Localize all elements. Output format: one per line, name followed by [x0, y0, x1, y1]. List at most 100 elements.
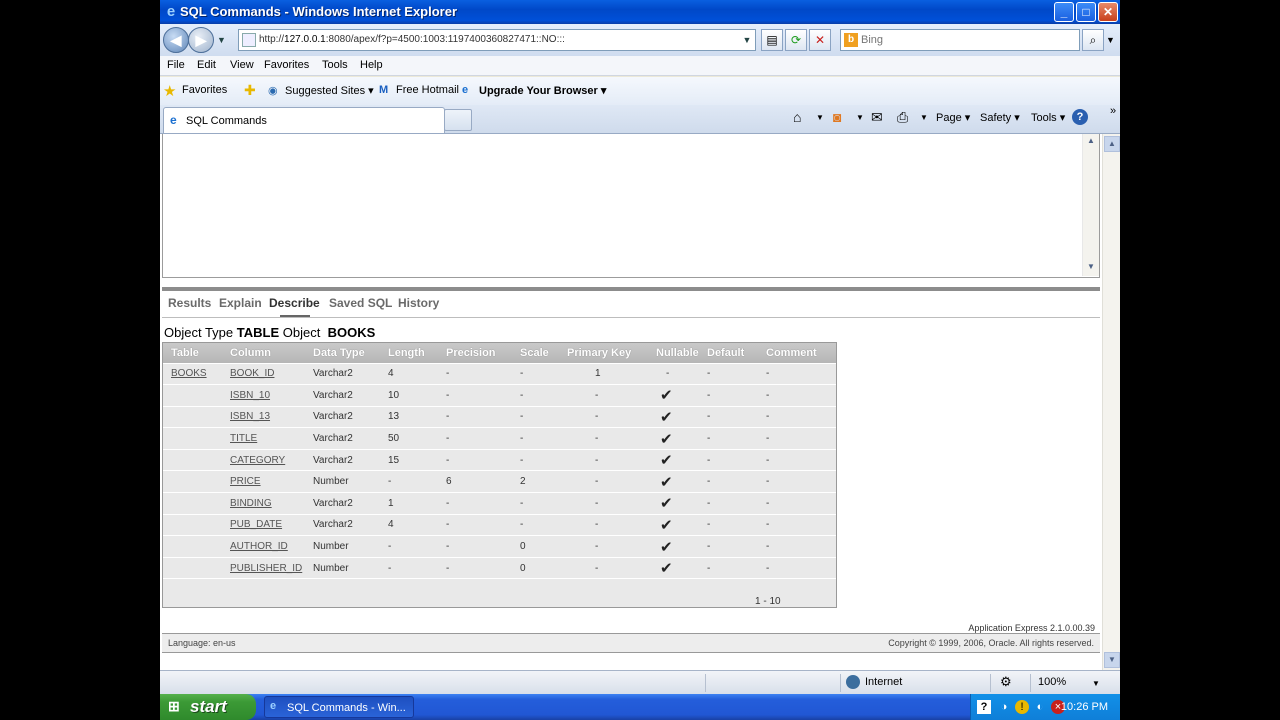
column-link[interactable]: AUTHOR_ID	[230, 541, 288, 552]
close-window-button[interactable]: ✕	[1098, 2, 1118, 22]
history-dropdown-icon[interactable]: ▼	[217, 35, 226, 45]
scroll-up-icon[interactable]: ▲	[1104, 136, 1120, 152]
menu-favorites[interactable]: Favorites	[264, 59, 309, 71]
cell-default: -	[699, 535, 758, 558]
cell-precision: -	[438, 363, 512, 386]
tools-menu[interactable]: Tools ▾	[1031, 111, 1065, 124]
tab-saved-sql[interactable]: Saved SQL	[329, 296, 392, 310]
cell-table	[163, 470, 222, 494]
cell-nullable: ✔	[648, 535, 699, 558]
cell-length: 4	[380, 514, 438, 537]
stop-icon[interactable]: ✕	[809, 29, 831, 51]
menu-edit[interactable]: Edit	[197, 59, 216, 71]
page-menu[interactable]: Page ▾	[936, 111, 970, 124]
column-link[interactable]: TITLE	[230, 433, 257, 444]
home-icon[interactable]: ⌂	[793, 109, 801, 125]
editor-scroll-up-icon[interactable]: ▲	[1083, 136, 1099, 150]
tab-explain[interactable]: Explain	[219, 296, 262, 310]
address-bar[interactable]: http://127.0.0.1:8080/apex/f?p=4500:1003…	[238, 29, 756, 51]
tab-results[interactable]: Results	[168, 296, 211, 310]
address-url[interactable]: http://127.0.0.1:8080/apex/f?p=4500:1003…	[259, 34, 565, 45]
security-zone[interactable]: Internet	[865, 676, 902, 688]
sql-editor[interactable]: ▲ ▼	[162, 134, 1100, 278]
header-comment: Comment	[758, 343, 836, 364]
print-dropdown-icon[interactable]: ▼	[920, 113, 928, 122]
search-box[interactable]: b	[840, 29, 1080, 51]
menu-file[interactable]: File	[167, 59, 185, 71]
zoom-level[interactable]: 100%	[1038, 676, 1066, 688]
address-dropdown-icon[interactable]: ▼	[739, 30, 755, 50]
column-link[interactable]: BINDING	[230, 498, 272, 509]
table-link[interactable]: BOOKS	[171, 368, 207, 379]
read-mail-icon[interactable]: ✉	[871, 109, 883, 126]
search-options-icon[interactable]: ▼	[1106, 35, 1115, 45]
home-dropdown-icon[interactable]: ▼	[816, 113, 824, 122]
more-commands-icon[interactable]: »	[1110, 105, 1116, 117]
status-divider	[990, 674, 991, 692]
windows-flag-icon: ⊞	[168, 698, 180, 714]
new-tab-button[interactable]	[444, 109, 472, 131]
header-column: Column	[222, 343, 305, 364]
minimize-button[interactable]: _	[1054, 2, 1074, 22]
taskbar-item-ie[interactable]: e SQL Commands - Win...	[264, 696, 414, 718]
cell-nullable: ✔	[648, 470, 699, 494]
cell-primary-key: -	[559, 470, 648, 494]
safety-menu[interactable]: Safety ▾	[980, 111, 1020, 124]
forward-button[interactable]: ▶	[188, 27, 214, 53]
column-link[interactable]: CATEGORY	[230, 455, 285, 466]
security-tray-icon[interactable]: !	[1015, 700, 1029, 714]
column-link[interactable]: PUB_DATE	[230, 519, 282, 530]
cell-scale: 2	[512, 470, 559, 494]
zoom-dropdown-icon[interactable]: ▼	[1092, 679, 1100, 688]
cell-precision: -	[438, 427, 512, 450]
menu-tools[interactable]: Tools	[322, 59, 348, 71]
maximize-button[interactable]: □	[1076, 2, 1096, 22]
network-tray-icon[interactable]: ◑	[997, 700, 1011, 714]
help-tray-icon[interactable]: ?	[977, 700, 991, 714]
print-icon[interactable]: ⎙	[897, 109, 908, 126]
tab-history[interactable]: History	[398, 296, 439, 310]
header-primary-key: Primary Key	[559, 343, 648, 364]
cell-primary-key: -	[559, 557, 648, 580]
scroll-down-icon[interactable]: ▼	[1104, 652, 1120, 668]
page-scrollbar[interactable]: ▲ ▼	[1102, 134, 1120, 670]
feeds-icon[interactable]: ◙	[833, 109, 841, 125]
suggested-sites-link[interactable]: Suggested Sites ▾	[285, 84, 374, 97]
start-button[interactable]: ⊞ start	[160, 694, 256, 720]
search-icon[interactable]: ⌕	[1082, 29, 1104, 51]
protected-mode-icon[interactable]: ⚙	[1000, 674, 1012, 690]
title-bar[interactable]: e SQL Commands - Windows Internet Explor…	[160, 0, 1120, 24]
tab-describe[interactable]: Describe	[269, 296, 320, 310]
column-link[interactable]: PUBLISHER_ID	[230, 563, 302, 574]
clock[interactable]: 10:26 PM	[1061, 701, 1108, 713]
compatibility-view-icon[interactable]: ▤	[761, 29, 783, 51]
cell-primary-key: -	[559, 427, 648, 450]
column-link[interactable]: PRICE	[230, 476, 261, 487]
address-toolbar: ◀ ▶ ▼ http://127.0.0.1:8080/apex/f?p=450…	[160, 24, 1120, 56]
editor-scrollbar[interactable]: ▲ ▼	[1082, 134, 1099, 276]
search-input[interactable]	[861, 32, 1071, 48]
back-button[interactable]: ◀	[163, 27, 189, 53]
cell-column: PUB_DATE	[222, 514, 305, 537]
help-icon[interactable]: ?	[1072, 109, 1088, 125]
speaker-tray-icon[interactable]: ◐	[1033, 700, 1047, 714]
cell-default: -	[699, 449, 758, 472]
upgrade-browser-link[interactable]: Upgrade Your Browser ▾	[479, 84, 606, 97]
column-link[interactable]: BOOK_ID	[230, 368, 274, 379]
favorites-button[interactable]: Favorites	[182, 84, 227, 96]
status-bar: Internet ⚙ 100% ▼	[160, 670, 1120, 694]
editor-scroll-down-icon[interactable]: ▼	[1083, 262, 1099, 276]
add-favorite-icon[interactable]: ✚	[244, 82, 256, 99]
column-link[interactable]: ISBN_10	[230, 390, 270, 401]
menu-help[interactable]: Help	[360, 59, 383, 71]
column-link[interactable]: ISBN_13	[230, 411, 270, 422]
menu-view[interactable]: View	[230, 59, 254, 71]
table-row: PRICE Number -6 2- ✔ - -	[163, 470, 836, 494]
splitter[interactable]	[162, 287, 1100, 291]
refresh-icon[interactable]: ⟳	[785, 29, 807, 51]
tab-sql-commands[interactable]: e SQL Commands	[163, 107, 445, 133]
free-hotmail-link[interactable]: Free Hotmail	[396, 84, 459, 96]
feeds-dropdown-icon[interactable]: ▼	[856, 113, 864, 122]
start-label: start	[190, 697, 227, 716]
status-divider	[840, 674, 841, 692]
